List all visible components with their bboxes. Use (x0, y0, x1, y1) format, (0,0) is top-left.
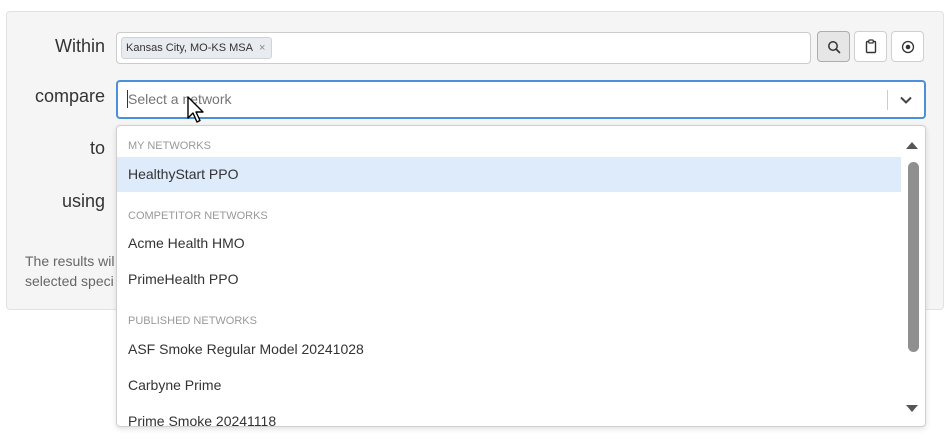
group-header-my-networks: MY NETWORKS (128, 140, 211, 152)
target-button[interactable] (891, 31, 924, 62)
using-label: using (61, 191, 105, 211)
within-label: Within (54, 36, 105, 56)
network-dropdown-menu: MY NETWORKS HealthyStart PPO COMPETITOR … (116, 125, 926, 427)
compare-network-select[interactable]: Select a network (116, 80, 926, 119)
group-header-competitor-networks: COMPETITOR NETWORKS (128, 210, 268, 222)
clipboard-icon (865, 39, 876, 54)
location-tag-label: Kansas City, MO-KS MSA (126, 42, 253, 54)
mouse-pointer-icon (187, 96, 204, 123)
option-acme-health-hmo[interactable]: Acme Health HMO (117, 226, 901, 261)
option-primehealth-ppo[interactable]: PrimeHealth PPO (117, 262, 901, 297)
select-separator (887, 90, 888, 110)
hint-text-line-1: The results wil (25, 253, 115, 269)
option-carbyne-prime[interactable]: Carbyne Prime (117, 368, 901, 403)
location-tag: Kansas City, MO-KS MSA × (121, 37, 273, 59)
option-prime-smoke[interactable]: Prime Smoke 20241118 (117, 404, 901, 426)
radio-target-icon (901, 40, 914, 53)
clipboard-button[interactable] (854, 31, 887, 62)
group-header-published-networks: PUBLISHED NETWORKS (128, 315, 257, 327)
compare-placeholder: Select a network (128, 91, 232, 107)
within-location-input[interactable]: Kansas City, MO-KS MSA × (116, 32, 811, 64)
remove-tag-icon[interactable]: × (259, 42, 265, 54)
search-button[interactable] (817, 31, 850, 62)
dropdown-scrollbar-thumb[interactable] (908, 162, 919, 352)
hint-text-line-2: selected speci (25, 273, 114, 289)
search-icon (827, 40, 840, 53)
scroll-up-arrow-icon[interactable] (904, 139, 920, 151)
compare-label: compare (34, 86, 105, 106)
to-label: to (89, 138, 105, 158)
option-asf-smoke-regular-model[interactable]: ASF Smoke Regular Model 20241028 (117, 332, 901, 367)
chevron-down-icon[interactable] (898, 92, 914, 108)
option-healthystart-ppo[interactable]: HealthyStart PPO (117, 157, 901, 192)
scroll-down-arrow-icon[interactable] (904, 402, 920, 414)
